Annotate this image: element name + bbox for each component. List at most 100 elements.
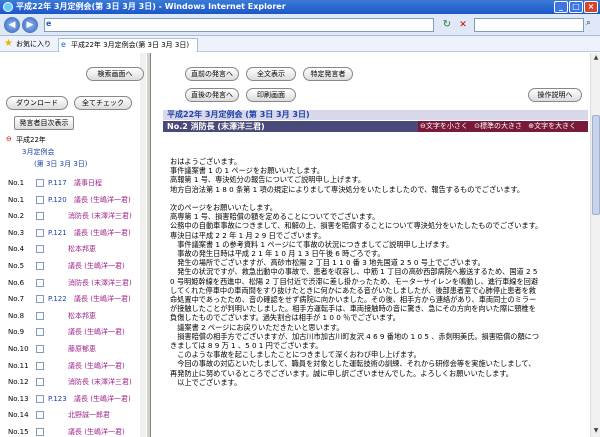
check-all-button[interactable]: 全てチェック	[74, 96, 132, 110]
row-speaker-link[interactable]: 消防長 (末澤洋三君)	[68, 209, 132, 223]
browser-tab[interactable]: e 平成22年 3月定例会(第 3日 3月 3日)	[58, 38, 198, 52]
row-speaker-link[interactable]: 議長 (生嶋洋一君)	[68, 325, 125, 339]
refresh-icon[interactable]: ↻	[440, 18, 454, 32]
remark-line: 0 号明姫幹線を西進中、松陽 2 丁目付近で渋滞に差し掛かったため、モーターサイ…	[170, 276, 539, 286]
row-speaker-link[interactable]: 議長 (生嶋洋一君)	[74, 193, 131, 207]
tree-level2-label[interactable]: (第 3日 3月 3日)	[34, 159, 88, 169]
row-page-link[interactable]: P.121	[48, 226, 67, 240]
list-item[interactable]: No.11 議長 (生嶋洋一君)	[8, 359, 144, 373]
row-checkbox[interactable]	[36, 262, 44, 270]
prev-remark-button[interactable]: 直前の発言へ	[185, 67, 239, 81]
favorites-star-icon[interactable]: ★	[4, 38, 13, 50]
row-checkbox[interactable]	[36, 411, 44, 420]
row-speaker-link[interactable]: 消防長 (末澤洋三君)	[68, 375, 132, 389]
list-item[interactable]: No.13 P.123 議長 (生嶋洋一君)	[8, 392, 144, 406]
close-icon[interactable]: ×	[584, 1, 598, 13]
list-item[interactable]: No.15 議長 (生嶋洋一君)	[8, 425, 144, 437]
row-speaker-link[interactable]: 議事日程	[74, 176, 102, 190]
list-item[interactable]: No.6 消防長 (末澤洋三君)	[8, 276, 144, 290]
minimize-icon[interactable]: _	[554, 1, 568, 13]
row-speaker-link[interactable]: 議長 (生嶋洋一君)	[68, 259, 125, 273]
speaker-index-button[interactable]: 発言者目次表示	[14, 116, 74, 130]
window-title: 平成22年 3月定例会(第 3日 3月 3日) - Windows Intern…	[16, 2, 286, 11]
list-item[interactable]: No.8 松本邦恵	[8, 309, 144, 323]
row-speaker-link[interactable]: 北野誠一郎君	[68, 408, 110, 422]
row-number: No.14	[8, 411, 29, 420]
row-page-link[interactable]: P.123	[48, 392, 67, 406]
list-item[interactable]: No.14 北野誠一郎君	[8, 408, 144, 422]
address-toolbar: ◀ ▶ e ↻ ✕ ⌕	[0, 14, 600, 36]
row-speaker-link[interactable]: 議長 (生嶋洋一君)	[68, 359, 125, 373]
row-checkbox[interactable]	[36, 179, 44, 187]
specific-speaker-button[interactable]: 特定発言者	[303, 67, 353, 81]
list-item[interactable]: No.3 P.121 議長 (生嶋洋一君)	[8, 226, 144, 240]
font-smaller-button[interactable]: ⊖文字を小さく	[418, 122, 470, 130]
list-item[interactable]: No.5 議長 (生嶋洋一君)	[8, 259, 144, 273]
maximize-icon[interactable]: □	[569, 1, 583, 13]
row-checkbox[interactable]	[36, 278, 44, 287]
scroll-thumb[interactable]	[592, 115, 600, 215]
list-item[interactable]: No.9 議長 (生嶋洋一君)	[8, 325, 144, 339]
row-checkbox[interactable]	[36, 345, 44, 353]
tree-level1-label[interactable]: 3月定例会	[22, 147, 54, 157]
list-item[interactable]: No.1 P.120 議長 (生嶋洋一君)	[8, 193, 144, 207]
row-speaker-link[interactable]: 議長 (生嶋洋一君)	[74, 392, 131, 406]
help-button[interactable]: 操作説明へ	[528, 88, 582, 102]
list-item[interactable]: No.7 P.122 議長 (生嶋洋一君)	[8, 292, 144, 306]
search-input[interactable]	[474, 18, 584, 32]
window-controls: _ □ ×	[554, 1, 598, 13]
row-checkbox[interactable]	[36, 228, 44, 237]
row-checkbox[interactable]	[36, 195, 44, 204]
back-icon[interactable]: ◀	[4, 17, 20, 33]
favorites-label[interactable]: お気に入り	[16, 39, 51, 49]
stop-icon[interactable]: ✕	[456, 18, 470, 32]
next-remark-button[interactable]: 直後の発言へ	[185, 88, 239, 102]
row-checkbox[interactable]	[36, 378, 44, 387]
row-checkbox[interactable]	[36, 245, 44, 254]
list-item[interactable]: No.1 P.117 議事日程	[8, 176, 144, 190]
row-checkbox[interactable]	[36, 311, 44, 320]
ie-logo-icon	[3, 2, 13, 12]
print-screen-button[interactable]: 印刷画面	[246, 88, 296, 102]
list-item[interactable]: No.2 消防長 (末澤洋三君)	[8, 209, 144, 223]
search-icon[interactable]: ⌕	[586, 18, 591, 28]
remark-line: 議案書 2 ページにお戻りいただきたいと思います。	[170, 322, 344, 332]
right-scrollbar[interactable]: ▲ ▼	[590, 53, 600, 437]
row-speaker-link[interactable]: 松本邦恵	[68, 309, 96, 323]
font-normal-button[interactable]: ⊙標準の大きさ	[472, 122, 524, 130]
remark-line: 負傷したものでございます。過失割合は相手が 1 0 0 ％でございます。	[170, 313, 400, 323]
row-speaker-link[interactable]: 消防長 (末澤洋三君)	[68, 276, 132, 290]
forward-icon[interactable]: ▶	[22, 17, 38, 33]
list-item[interactable]: No.12 消防長 (末澤洋三君)	[8, 375, 144, 389]
download-button[interactable]: ダウンロード	[6, 96, 68, 110]
row-checkbox[interactable]	[36, 295, 44, 304]
remark-line: おはようございます。	[170, 157, 242, 166]
row-number: No.5	[8, 262, 25, 270]
row-speaker-link[interactable]: 議長 (生嶋洋一君)	[74, 226, 131, 240]
search-screen-button[interactable]: 検索画面へ	[86, 67, 144, 81]
scroll-up-icon[interactable]: ▲	[592, 54, 600, 62]
row-checkbox[interactable]	[36, 212, 44, 221]
row-checkbox[interactable]	[36, 328, 44, 337]
tree-root-label[interactable]: 平成22年	[16, 135, 46, 145]
row-number: No.3	[8, 228, 25, 237]
row-checkbox[interactable]	[36, 428, 44, 436]
scroll-down-icon[interactable]: ▼	[592, 427, 600, 435]
list-item[interactable]: No.4 松本邦恵	[8, 242, 144, 256]
font-larger-button[interactable]: ⊕文字を大きく	[526, 122, 578, 130]
document-title: 平成22年 3月定例会 (第 3日 3月 3日)	[163, 110, 588, 120]
row-speaker-link[interactable]: 松本邦恵	[68, 242, 96, 256]
tree-expand-icon[interactable]: ⊖	[6, 135, 12, 143]
row-page-link[interactable]: P.122	[48, 292, 67, 306]
row-checkbox[interactable]	[36, 361, 44, 370]
row-speaker-link[interactable]: 議長 (生嶋洋一君)	[74, 292, 131, 306]
row-speaker-link[interactable]: 藤原郁恵	[68, 342, 96, 356]
row-page-link[interactable]: P.120	[48, 193, 67, 207]
full-text-button[interactable]: 全文表示	[246, 67, 296, 81]
remark-line: 次のページをお願いいたします。	[170, 203, 277, 212]
list-item[interactable]: No.10 藤原郁恵	[8, 342, 144, 356]
address-input[interactable]	[44, 18, 434, 32]
row-speaker-link[interactable]: 議長 (生嶋洋一君)	[68, 425, 125, 437]
row-checkbox[interactable]	[36, 394, 44, 403]
row-page-link[interactable]: P.117	[48, 176, 67, 190]
